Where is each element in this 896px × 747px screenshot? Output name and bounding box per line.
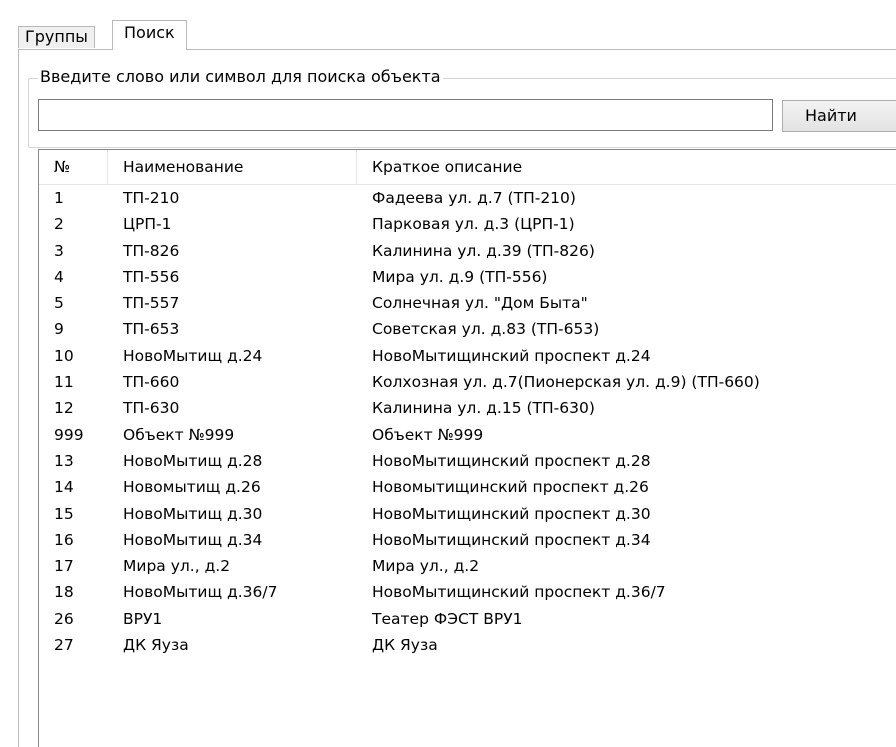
column-header-number[interactable]: № [39, 150, 108, 184]
row-number: 27 [54, 636, 74, 655]
row-number: 999 [54, 425, 84, 444]
table-row[interactable]: 9 ТП-653 Советская ул. д.83 (ТП-653) [39, 316, 896, 342]
row-name: ТП-556 [123, 267, 180, 286]
table-row[interactable]: 16 НовоМытищ д.34 НовоМытищинский проспект… [39, 527, 896, 553]
row-description: Новомытищинский проспект д.26 [372, 478, 649, 497]
row-number: 9 [54, 320, 64, 339]
row-name: ТП-630 [123, 399, 180, 418]
table-row[interactable]: 13 НовоМытищ д.28 НовоМытищинский проспект… [39, 448, 896, 474]
row-description: Мира ул. д.9 (ТП-556) [372, 267, 548, 286]
row-number: 17 [54, 557, 74, 576]
row-name: ТП-653 [123, 320, 180, 339]
search-input[interactable] [38, 99, 773, 131]
row-description: Объект №999 [372, 425, 484, 444]
row-description: НовоМытищинский проспект д.30 [372, 504, 651, 523]
row-description: Советская ул. д.83 (ТП-653) [372, 320, 600, 339]
listview-rows: 1 ТП-210 Фадеева ул. д.7 (ТП-210) 2 ЦРП-1 Пар… [39, 185, 896, 658]
table-row[interactable]: 17 Мира ул., д.2 Мира ул., д.2 [39, 553, 896, 579]
table-row[interactable]: 3 ТП-826 Калинина ул. д.39 (ТП-826) [39, 238, 896, 264]
table-row[interactable]: 5 ТП-557 Солнечная ул. "Дом Быта" [39, 290, 896, 316]
listview-header: № Наименование Краткое описание [39, 150, 896, 185]
row-number: 15 [54, 504, 74, 523]
table-row[interactable]: 14 Новомытищ д.26 Новомытищинский проспект… [39, 474, 896, 500]
row-number: 2 [54, 215, 64, 234]
row-description: Солнечная ул. "Дом Быта" [372, 294, 588, 313]
row-description: Мира ул., д.2 [372, 557, 480, 576]
row-number: 10 [54, 346, 74, 365]
row-description: ДК Яуза [372, 636, 438, 655]
row-number: 26 [54, 609, 74, 628]
results-listview[interactable]: № Наименование Краткое описание 1 ТП-210 Ф… [38, 149, 896, 747]
row-name: НовоМытищ д.24 [123, 346, 263, 365]
column-header-description[interactable]: Краткое описание [357, 150, 896, 184]
row-number: 14 [54, 478, 74, 497]
row-name: НовоМытищ д.34 [123, 530, 263, 549]
row-name: ЦРП-1 [123, 215, 172, 234]
search-window: Группы Поиск Введите слово или символ дл… [0, 0, 896, 747]
row-name: ТП-660 [123, 373, 180, 392]
row-description: НовоМытищинский проспект д.36/7 [372, 583, 666, 602]
row-name: ТП-826 [123, 241, 180, 260]
row-name: НовоМытищ д.28 [123, 451, 263, 470]
row-description: Калинина ул. д.15 (ТП-630) [372, 399, 595, 418]
table-row[interactable]: 10 НовоМытищ д.24 НовоМытищинский проспект… [39, 343, 896, 369]
row-number: 16 [54, 530, 74, 549]
row-name: Новомытищ д.26 [123, 478, 261, 497]
row-name: ТП-210 [123, 189, 180, 207]
row-name: Мира ул., д.2 [123, 557, 231, 576]
row-description: Парковая ул. д.3 (ЦРП-1) [372, 215, 575, 234]
row-name: ВРУ1 [123, 609, 163, 628]
row-description: НовоМытищинский проспект д.28 [372, 451, 651, 470]
table-row[interactable]: 1 ТП-210 Фадеева ул. д.7 (ТП-210) [39, 185, 896, 211]
tab-groups[interactable]: Группы [18, 26, 95, 48]
table-row[interactable]: 11 ТП-660 Колхозная ул. д.7(Пионерская ул.… [39, 369, 896, 395]
row-number: 13 [54, 451, 74, 470]
table-row[interactable]: 26 ВРУ1 Театер ФЭСТ ВРУ1 [39, 606, 896, 632]
search-group-label: Введите слово или символ для поиска объе… [38, 66, 443, 88]
table-row[interactable]: 2 ЦРП-1 Парковая ул. д.3 (ЦРП-1) [39, 211, 896, 237]
column-header-name[interactable]: Наименование [108, 150, 357, 184]
row-number: 4 [54, 267, 64, 286]
row-number: 11 [54, 373, 74, 392]
tab-search[interactable]: Поиск [112, 20, 187, 50]
tab-strip: Группы Поиск [0, 0, 896, 50]
table-row[interactable]: 999 Объект №999 Объект №999 [39, 422, 896, 448]
table-row[interactable]: 4 ТП-556 Мира ул. д.9 (ТП-556) [39, 264, 896, 290]
row-name: ДК Яуза [123, 636, 189, 655]
row-description: НовоМытищинский проспект д.24 [372, 346, 651, 365]
row-name: Объект №999 [123, 425, 235, 444]
table-row[interactable]: 27 ДК Яуза ДК Яуза [39, 632, 896, 658]
table-row[interactable]: 12 ТП-630 Калинина ул. д.15 (ТП-630) [39, 395, 896, 421]
row-description: Театер ФЭСТ ВРУ1 [372, 609, 523, 628]
row-number: 1 [54, 189, 64, 207]
table-row[interactable]: 15 НовоМытищ д.30 НовоМытищинский проспект… [39, 501, 896, 527]
row-name: НовоМытищ д.36/7 [123, 583, 278, 602]
row-description: Фадеева ул. д.7 (ТП-210) [372, 189, 576, 207]
row-number: 3 [54, 241, 64, 260]
row-number: 5 [54, 294, 64, 313]
row-description: Колхозная ул. д.7(Пионерская ул. д.9) (Т… [372, 373, 760, 392]
row-name: ТП-557 [123, 294, 180, 313]
row-name: НовоМытищ д.30 [123, 504, 263, 523]
row-description: Калинина ул. д.39 (ТП-826) [372, 241, 595, 260]
row-number: 18 [54, 583, 74, 602]
find-button[interactable]: Найти [782, 100, 896, 132]
row-description: НовоМытищинский проспект д.34 [372, 530, 651, 549]
row-number: 12 [54, 399, 74, 418]
table-row[interactable]: 18 НовоМытищ д.36/7 НовоМытищинский проспе… [39, 579, 896, 605]
